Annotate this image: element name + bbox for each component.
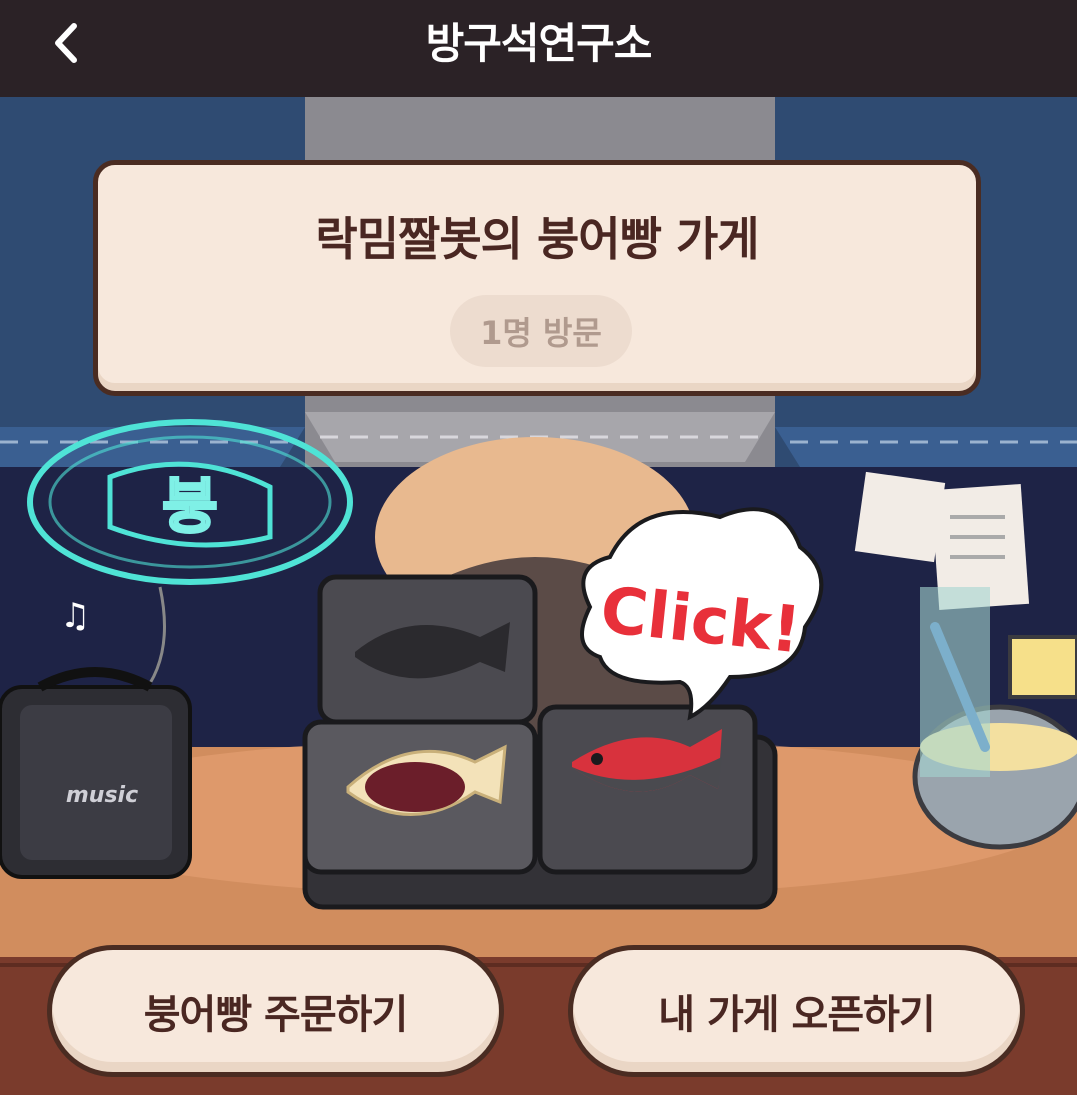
open-my-store-button[interactable]: 내 가게 오픈하기 <box>568 945 1025 1077</box>
store-sign: 락밈짤봇의 붕어빵 가게 1명 방문 <box>93 160 981 396</box>
page-title: 방구석연구소 <box>425 19 653 68</box>
top-bar: 방구석연구소 <box>0 0 1077 97</box>
visit-count-badge: 1명 방문 <box>450 295 632 367</box>
music-note-icon: ♫ <box>60 596 90 636</box>
speaker-label: music <box>66 783 138 808</box>
neon-text: 붕 <box>162 472 217 542</box>
store-name: 락밈짤봇의 붕어빵 가게 <box>315 212 759 266</box>
order-bungeoppang-button[interactable]: 붕어빵 주문하기 <box>47 945 504 1077</box>
